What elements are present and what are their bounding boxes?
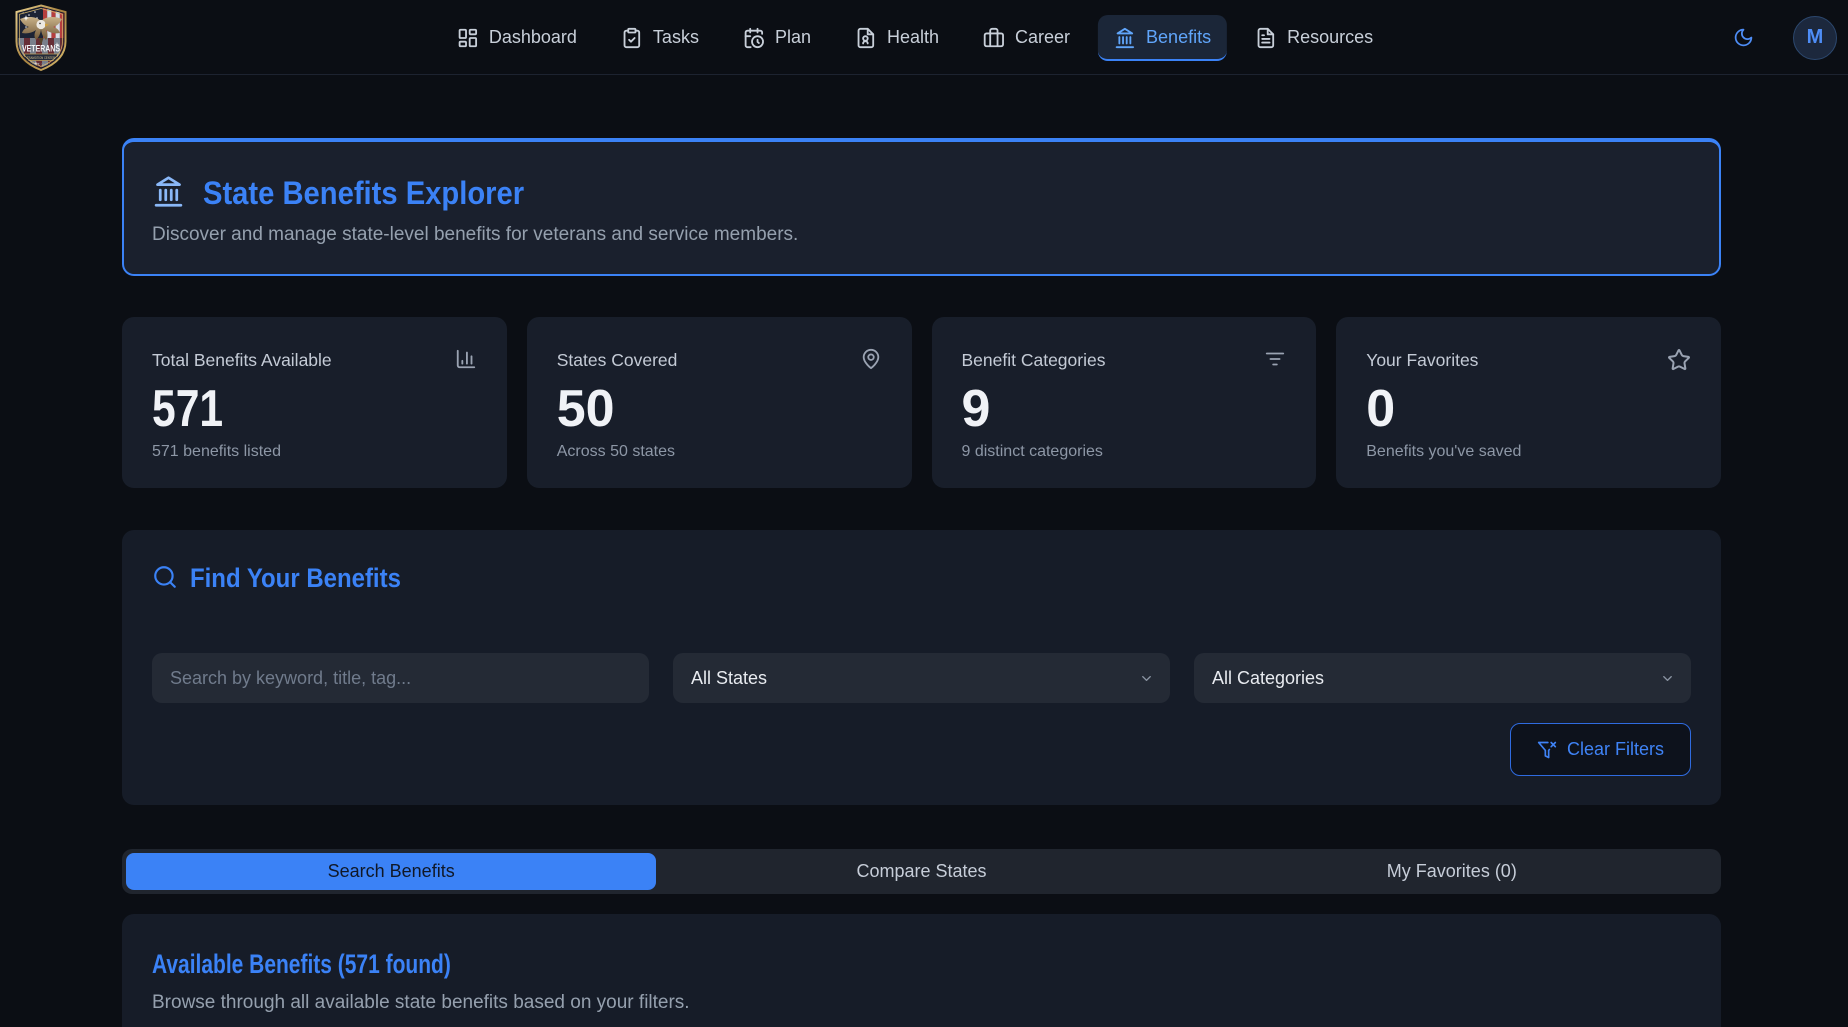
svg-text:TRANSITION CENTER: TRANSITION CENTER <box>27 56 55 60</box>
svg-text:VETERANS: VETERANS <box>22 44 60 54</box>
